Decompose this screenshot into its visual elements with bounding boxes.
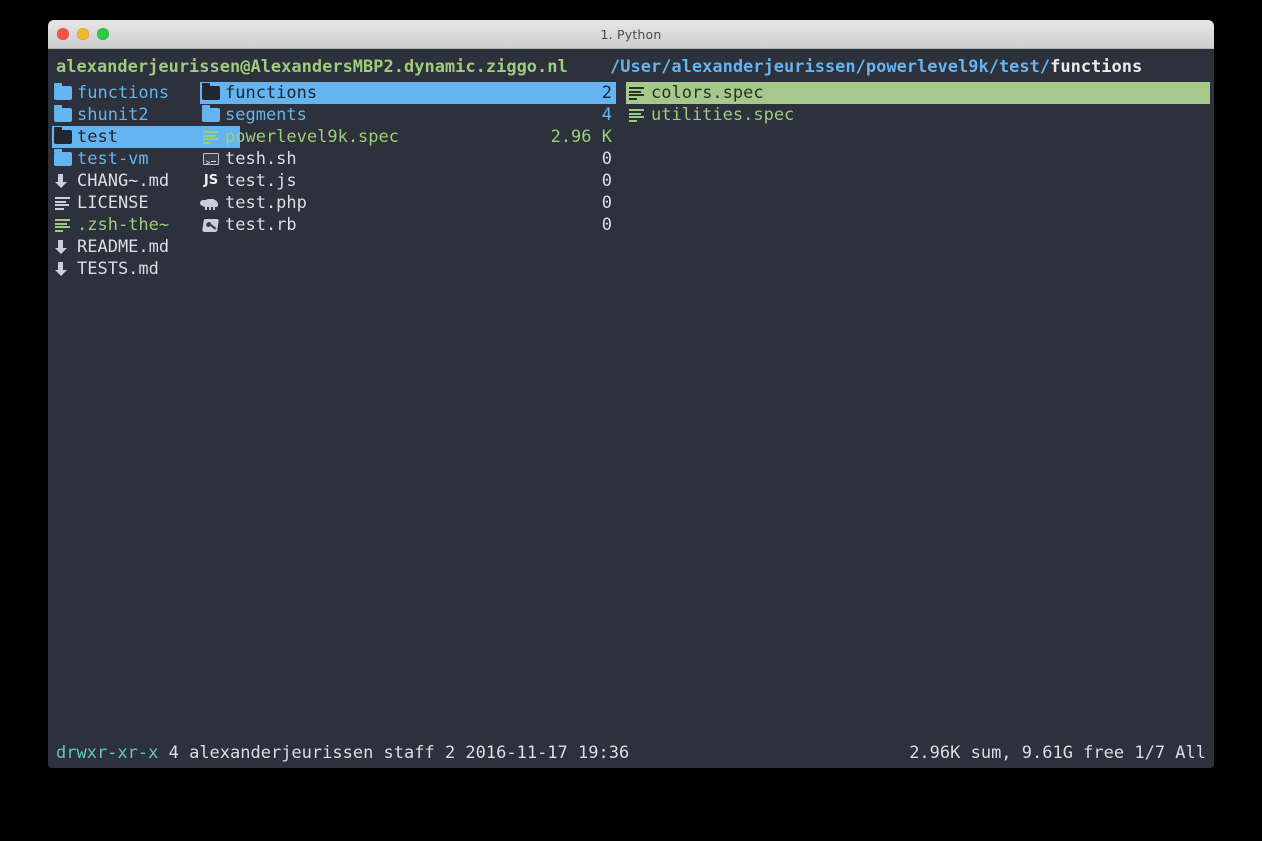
file-name: test.rb	[225, 214, 297, 236]
folder-icon	[52, 126, 74, 148]
file-size: 0	[602, 170, 612, 192]
terminal-window: 1. Python alexanderjeurissen@AlexandersM…	[48, 20, 1214, 768]
preview-directory-panel[interactable]: colors.specutilities.spec	[626, 82, 1210, 126]
zoom-button[interactable]	[97, 28, 109, 40]
path-leaf: functions	[1050, 57, 1142, 77]
folder-icon	[200, 104, 222, 126]
file-row[interactable]: colors.spec	[626, 82, 1210, 104]
file-name: LICENSE	[77, 192, 149, 214]
file-size: 0	[602, 214, 612, 236]
file-name: README.md	[77, 236, 169, 258]
file-row[interactable]: powerlevel9k.spec 2.96 K	[200, 126, 616, 148]
file-name: segments	[225, 104, 307, 126]
file-name: powerlevel9k.spec	[225, 126, 399, 148]
file-name: shunit2	[77, 104, 149, 126]
current-directory-panel[interactable]: functions 2 segments 4 powerlevel9k.spec 2.96…	[200, 82, 616, 236]
file-row[interactable]: functions 2	[200, 82, 616, 104]
window-title: 1. Python	[48, 27, 1214, 42]
file-row[interactable]: README.md	[52, 236, 240, 258]
file-details: 4 alexanderjeurissen staff 2 2016-11-17 …	[169, 743, 630, 763]
php-elephant-icon	[200, 192, 222, 214]
file-row[interactable]: test.php 0	[200, 192, 616, 214]
hostname-label: alexanderjeurissen@AlexandersMBP2.dynami…	[56, 55, 568, 79]
close-button[interactable]	[57, 28, 69, 40]
file-size: 2.96 K	[551, 126, 612, 148]
markdown-icon	[52, 258, 74, 280]
status-summary: 2.96K sum, 9.61G free 1/7 All	[909, 741, 1206, 765]
window-titlebar[interactable]: 1. Python	[48, 20, 1214, 49]
current-path: /User/alexanderjeurissen/powerlevel9k/te…	[610, 55, 1142, 79]
file-row[interactable]: segments 4	[200, 104, 616, 126]
folder-icon	[52, 82, 74, 104]
path-directory: /User/alexanderjeurissen/powerlevel9k/te…	[610, 57, 1050, 77]
file-name: test.js	[225, 170, 297, 192]
file-row[interactable]: test.rb 0	[200, 214, 616, 236]
file-name: functions	[77, 82, 169, 104]
file-row[interactable]: TESTS.md	[52, 258, 240, 280]
terminal-content: alexanderjeurissen@AlexandersMBP2.dynami…	[48, 49, 1214, 768]
header-bar: alexanderjeurissen@AlexandersMBP2.dynami…	[48, 55, 1214, 79]
file-name: utilities.spec	[651, 104, 794, 126]
text-lines-icon	[52, 192, 74, 214]
file-size: 0	[602, 192, 612, 214]
file-size: 0	[602, 148, 612, 170]
status-file-info: drwxr-xr-x 4 alexanderjeurissen staff 2 …	[56, 741, 629, 765]
spec-lines-icon	[626, 104, 648, 126]
terminal-icon	[200, 148, 222, 170]
file-name: .zsh-the~	[77, 214, 169, 236]
window-controls	[57, 20, 109, 48]
file-row[interactable]: JStest.js 0	[200, 170, 616, 192]
file-name: functions	[225, 82, 317, 104]
file-row[interactable]: utilities.spec	[626, 104, 1210, 126]
markdown-icon	[52, 170, 74, 192]
spec-lines-icon	[626, 82, 648, 104]
file-size: 2	[602, 82, 612, 104]
file-name: test	[77, 126, 118, 148]
file-name: TESTS.md	[77, 258, 159, 280]
file-size: 4	[602, 104, 612, 126]
file-name: tesh.sh	[225, 148, 297, 170]
javascript-icon: JS	[200, 170, 222, 192]
markdown-icon	[52, 236, 74, 258]
file-name: CHANG~.md	[77, 170, 169, 192]
file-name: test.php	[225, 192, 307, 214]
file-name: test-vm	[77, 148, 149, 170]
file-name: colors.spec	[651, 82, 764, 104]
folder-icon	[52, 148, 74, 170]
file-permissions: drwxr-xr-x	[56, 743, 158, 763]
folder-icon	[200, 82, 222, 104]
status-bar: drwxr-xr-x 4 alexanderjeurissen staff 2 …	[48, 741, 1214, 765]
file-row[interactable]: tesh.sh 0	[200, 148, 616, 170]
folder-icon	[52, 104, 74, 126]
minimize-button[interactable]	[77, 28, 89, 40]
ruby-gem-icon	[200, 214, 222, 236]
shell-script-icon	[52, 214, 74, 236]
spec-lines-icon	[200, 126, 222, 148]
